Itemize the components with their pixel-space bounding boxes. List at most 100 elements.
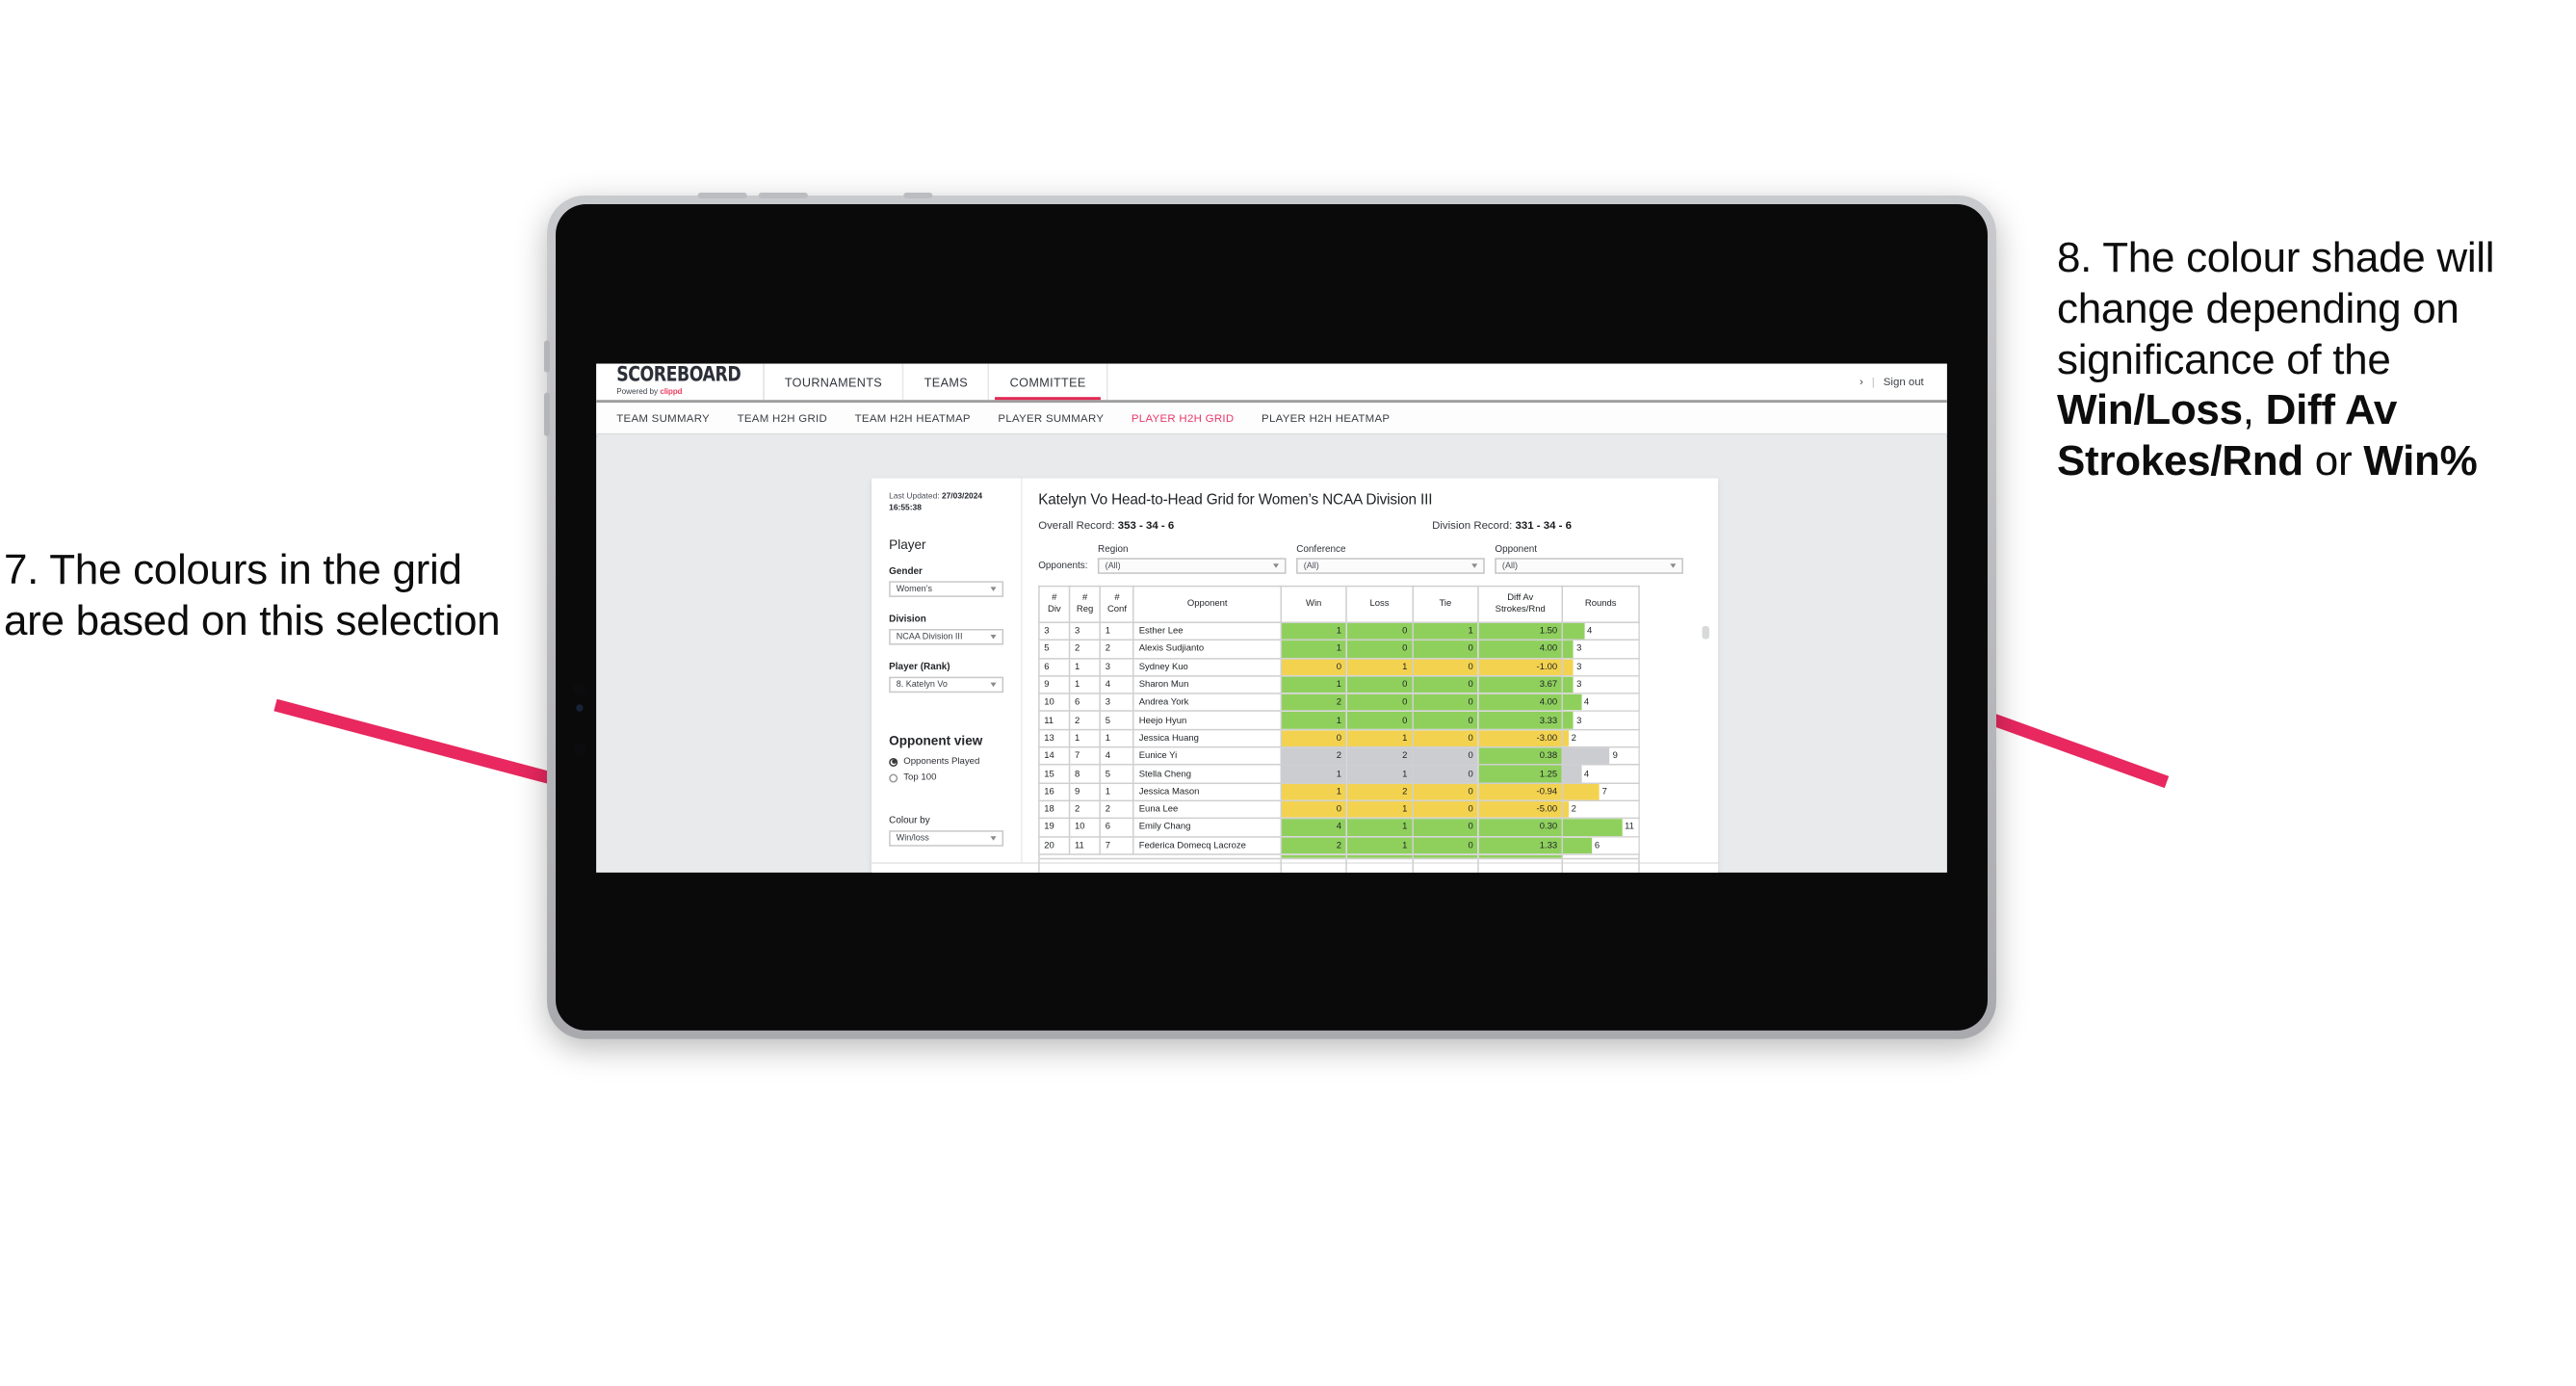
colour-by-select[interactable]: Win/loss bbox=[889, 830, 1004, 847]
subnav-player-summary[interactable]: PLAYER SUMMARY bbox=[998, 411, 1104, 425]
cell-opponent: Esther Lee bbox=[1132, 621, 1282, 641]
records-row: Overall Record: 353 - 34 - 6 Division Re… bbox=[1038, 519, 1701, 533]
table-row[interactable]: 19 10 6 Emily Chang 4 1 0 0.30 11 bbox=[1038, 818, 1640, 838]
col-diff[interactable]: Diff Av Strokes/Rnd bbox=[1477, 585, 1564, 623]
table-row[interactable]: 10 6 3 Andrea York 2 0 0 4.00 4 bbox=[1038, 693, 1640, 713]
subnav-team-summary[interactable]: TEAM SUMMARY bbox=[616, 411, 710, 425]
annotation-right: 8. The colour shade will change dependin… bbox=[2057, 233, 2572, 487]
app-viewport: SCOREBOARD Powered by clippd TOURNAMENTS… bbox=[596, 363, 1947, 873]
sign-out-link[interactable]: Sign out bbox=[1884, 376, 1924, 389]
filter-region-select[interactable]: (All) bbox=[1098, 558, 1287, 574]
table-row[interactable]: 3 3 1 Esther Lee 1 0 1 1.50 4 bbox=[1038, 621, 1640, 641]
filter-conference-select[interactable]: (All) bbox=[1296, 558, 1485, 574]
cell-diff: -0.94 bbox=[1477, 782, 1564, 802]
cell-rounds: 3 bbox=[1561, 639, 1640, 660]
cell-diff: 1.50 bbox=[1477, 621, 1564, 641]
cell-diff: 1.33 bbox=[1477, 835, 1564, 855]
table-row[interactable]: 11 2 5 Heejo Hyun 1 0 0 3.33 3 bbox=[1038, 710, 1640, 731]
cell-loss: 1 bbox=[1345, 764, 1414, 784]
cell-div: 13 bbox=[1038, 728, 1071, 748]
table-row[interactable]: 15 8 5 Stella Cheng 1 1 0 1.25 4 bbox=[1038, 764, 1640, 784]
overall-record: Overall Record: 353 - 34 - 6 bbox=[1038, 519, 1174, 533]
nav-item-committee[interactable]: COMMITTEE bbox=[990, 363, 1108, 401]
col-win[interactable]: Win bbox=[1280, 585, 1348, 623]
table-row[interactable]: 16 9 1 Jessica Mason 1 2 0 -0.94 7 bbox=[1038, 782, 1640, 802]
radio-top-100[interactable]: Top 100 bbox=[889, 772, 1003, 783]
cell-reg: 9 bbox=[1068, 782, 1102, 802]
cell-tie: 0 bbox=[1411, 782, 1479, 802]
table-row[interactable]: 6 1 3 Sydney Kuo 0 1 0 -1.00 3 bbox=[1038, 657, 1640, 677]
cell-tie: 0 bbox=[1411, 693, 1479, 713]
cell-loss: 1 bbox=[1345, 835, 1414, 855]
filter-opponent-select[interactable]: (All) bbox=[1495, 558, 1684, 574]
col-rounds[interactable]: Rounds bbox=[1561, 585, 1640, 623]
header-right: › | Sign out bbox=[1860, 364, 1947, 401]
cell-tie: 0 bbox=[1411, 674, 1479, 695]
cell-reg: 2 bbox=[1068, 799, 1102, 820]
logo-subtitle: Powered by clippd bbox=[616, 388, 763, 397]
nav-item-teams[interactable]: TEAMS bbox=[904, 363, 990, 401]
filter-sidebar: Last Updated: 27/03/2024 16:55:38 Player… bbox=[872, 478, 1023, 863]
cell-reg: 7 bbox=[1068, 745, 1102, 767]
grid-scrollbar[interactable] bbox=[1702, 625, 1710, 640]
table-row[interactable]: 5 2 2 Alexis Sudjianto 1 0 0 4.00 3 bbox=[1038, 639, 1640, 660]
cell-tie: 0 bbox=[1411, 818, 1479, 838]
cell-win: 1 bbox=[1280, 639, 1348, 660]
radio-opponents-played[interactable]: Opponents Played bbox=[889, 757, 1003, 767]
table-row[interactable]: 18 2 2 Euna Lee 0 1 0 -5.00 2 bbox=[1038, 799, 1640, 820]
cell-tie: 1 bbox=[1411, 621, 1479, 641]
cell-rounds: 3 bbox=[1561, 657, 1640, 677]
filter-opponent-value: (All) bbox=[1501, 562, 1518, 571]
table-row-empty bbox=[1038, 857, 1640, 873]
tablet-button-top-3 bbox=[903, 192, 933, 199]
table-row[interactable]: 13 1 1 Jessica Huang 0 1 0 -3.00 2 bbox=[1038, 728, 1640, 748]
subnav-player-h2h-heatmap[interactable]: PLAYER H2H HEATMAP bbox=[1262, 411, 1390, 425]
cell-rounds: 4 bbox=[1561, 764, 1640, 784]
cell-div: 15 bbox=[1038, 764, 1071, 784]
chevron-right-icon[interactable]: › bbox=[1860, 376, 1863, 389]
gender-label: Gender bbox=[889, 566, 923, 577]
last-updated: Last Updated: 27/03/2024 16:55:38 bbox=[889, 493, 1003, 515]
gender-select[interactable]: Women’s bbox=[889, 581, 1004, 598]
player-rank-select[interactable]: 8. Katelyn Vo bbox=[889, 676, 1004, 693]
cell-conf: 3 bbox=[1099, 693, 1135, 713]
cell-win: 2 bbox=[1280, 693, 1348, 713]
subnav-team-h2h-grid[interactable]: TEAM H2H GRID bbox=[738, 411, 827, 425]
col-loss[interactable]: Loss bbox=[1345, 585, 1414, 623]
annotation-left: 7. The colours in the grid are based on … bbox=[4, 546, 501, 644]
subnav-team-h2h-heatmap[interactable]: TEAM H2H HEATMAP bbox=[855, 411, 971, 425]
tablet-button-left-1 bbox=[543, 340, 551, 373]
cell-tie: 0 bbox=[1411, 745, 1479, 767]
cell-conf: 1 bbox=[1099, 782, 1135, 802]
col-reg[interactable]: # Reg bbox=[1068, 585, 1102, 623]
cell-loss: 2 bbox=[1345, 745, 1414, 767]
cell-loss: 0 bbox=[1345, 621, 1414, 641]
col-opponent[interactable]: Opponent bbox=[1132, 585, 1282, 623]
cell-opponent: Euna Lee bbox=[1132, 799, 1282, 820]
col-div[interactable]: # Div bbox=[1038, 585, 1071, 623]
col-conf[interactable]: # Conf bbox=[1099, 585, 1135, 623]
cell-diff: -1.00 bbox=[1477, 657, 1564, 677]
grid-header-row: # Div # Reg # Conf Opponent Win Loss Tie Di… bbox=[1038, 585, 1640, 623]
cell-diff: 4.00 bbox=[1477, 639, 1564, 660]
cell-rounds: 4 bbox=[1561, 621, 1640, 641]
table-row[interactable]: 20 11 7 Federica Domecq Lacroze 2 1 0 1.33 6 bbox=[1038, 835, 1640, 855]
tablet-button-top-2 bbox=[758, 192, 808, 199]
subnav-player-h2h-grid[interactable]: PLAYER H2H GRID bbox=[1132, 411, 1235, 425]
cell-div: 3 bbox=[1038, 621, 1071, 641]
logo[interactable]: SCOREBOARD Powered by clippd bbox=[596, 363, 765, 401]
cell-win: 2 bbox=[1280, 745, 1348, 767]
cell-opponent: Jessica Mason bbox=[1132, 782, 1282, 802]
cell-reg: 1 bbox=[1068, 657, 1102, 677]
overall-record-label: Overall Record: bbox=[1038, 518, 1118, 533]
cell-div: 10 bbox=[1038, 693, 1071, 713]
cell-loss: 2 bbox=[1345, 782, 1414, 802]
cell-reg: 3 bbox=[1068, 621, 1102, 641]
table-row[interactable]: 9 1 4 Sharon Mun 1 0 0 3.67 3 bbox=[1038, 674, 1640, 695]
nav-item-tournaments[interactable]: TOURNAMENTS bbox=[765, 363, 904, 401]
cell-win: 4 bbox=[1280, 818, 1348, 838]
col-tie[interactable]: Tie bbox=[1411, 585, 1479, 623]
table-row[interactable]: 14 7 4 Eunice Yi 2 2 0 0.38 9 bbox=[1038, 745, 1640, 767]
chevron-down-icon bbox=[990, 587, 997, 592]
division-select[interactable]: NCAA Division III bbox=[889, 629, 1004, 645]
